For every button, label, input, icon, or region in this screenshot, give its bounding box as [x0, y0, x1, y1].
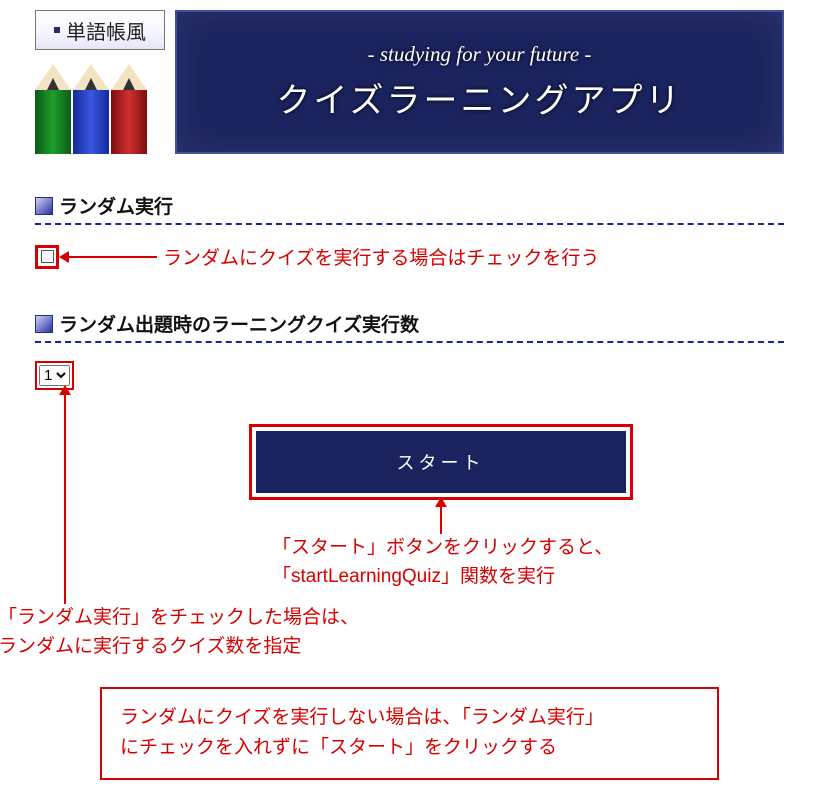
section-random-heading: ランダム実行 [35, 192, 784, 225]
title-panel: - studying for your future - クイズラーニングアプリ [175, 10, 784, 154]
start-annotation-line1: 「スタート」ボタンをクリックすると、 [272, 537, 613, 558]
badge-label: 単語帳風 [66, 16, 146, 45]
bottom-note: ランダムにクイズを実行しない場合は、「ランダム実行」 にチェックを入れずに「スタ… [100, 687, 719, 780]
count-annotation-line2: ランダムに実行するクイズ数を指定 [0, 636, 301, 657]
pencil-blue-icon [73, 64, 109, 154]
badge: 単語帳風 [35, 10, 165, 50]
arrow-down-from-select [52, 394, 78, 604]
lower-right: スタート 「スタート」ボタンをクリックすると、 「startLearningQu… [97, 394, 784, 604]
count-select-col: 1 [35, 343, 74, 390]
section-marker-icon [35, 197, 53, 215]
pencils-icon [35, 64, 165, 154]
start-button-callout: スタート [249, 424, 633, 500]
section-count-heading-text: ランダム出題時のラーニングクイズ実行数 [59, 310, 419, 337]
app-title: クイズラーニングアプリ [277, 73, 683, 122]
pencil-green-icon [35, 64, 71, 154]
section-marker-icon [35, 315, 53, 333]
app-subtitle: - studying for your future - [368, 42, 592, 67]
section-random-heading-text: ランダム実行 [59, 192, 173, 219]
start-annotation: 「スタート」ボタンをクリックすると、 「startLearningQuiz」関数… [272, 534, 784, 591]
section-random: ランダム実行 ランダムにクイズを実行する場合はチェックを行う [35, 192, 784, 270]
bullet-icon [54, 27, 60, 33]
arrow-left-icon [67, 256, 157, 258]
header-left: 単語帳風 [35, 10, 165, 154]
bottom-note-line1: ランダムにクイズを実行しない場合は、「ランダム実行」 [120, 707, 604, 728]
section-count-heading: ランダム出題時のラーニングクイズ実行数 [35, 310, 784, 343]
app-header: 単語帳風 - studying for your future - クイズラーニ… [35, 10, 784, 154]
arrow-down-icon [64, 394, 66, 604]
start-button-wrap: スタート [97, 424, 784, 500]
pencil-red-icon [111, 64, 147, 154]
random-annotation: ランダムにクイズを実行する場合はチェックを行う [163, 243, 599, 270]
count-select[interactable]: 1 [39, 365, 70, 386]
random-checkbox[interactable] [41, 250, 54, 263]
random-checkbox-callout [35, 245, 59, 269]
section-count: ランダム出題時のラーニングクイズ実行数 1 [35, 310, 784, 390]
bottom-note-line2: にチェックを入れずに「スタート」をクリックする [120, 737, 557, 758]
select-arrow-column [35, 394, 85, 604]
start-annotation-line2: 「startLearningQuiz」関数を実行 [272, 566, 555, 587]
count-annotation-line1: 「ランダム実行」をチェックした場合は、 [0, 607, 359, 628]
lower-block: スタート 「スタート」ボタンをクリックすると、 「startLearningQu… [35, 394, 784, 604]
count-annotation: 「ランダム実行」をチェックした場合は、 ランダムに実行するクイズ数を指定 [0, 604, 784, 661]
random-exec-row: ランダムにクイズを実行する場合はチェックを行う [35, 243, 784, 270]
start-button[interactable]: スタート [256, 431, 626, 493]
arrow-up-to-start-icon [440, 506, 442, 534]
